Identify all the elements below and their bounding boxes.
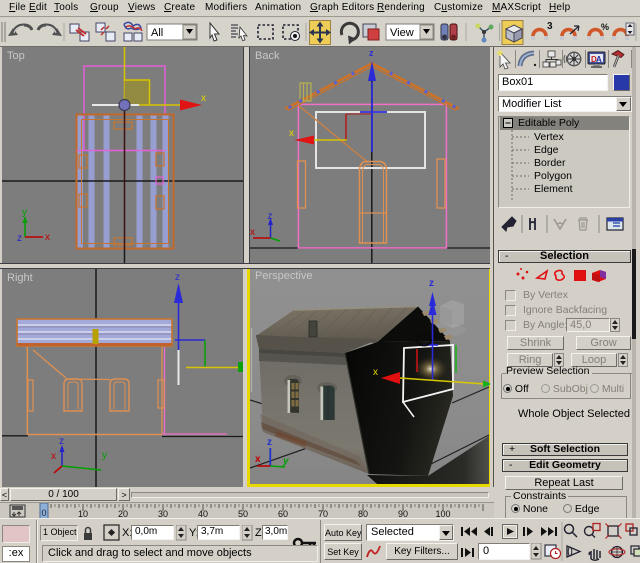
svg-text:z: z <box>429 278 434 289</box>
svg-text:x: x <box>289 128 294 139</box>
svg-text:y: y <box>22 207 27 218</box>
svg-text:Perspective: Perspective <box>255 270 312 282</box>
svg-text:x: x <box>255 454 261 465</box>
svg-text:y: y <box>282 456 289 467</box>
svg-text:x: x <box>201 93 206 104</box>
svg-text:y: y <box>102 450 107 461</box>
svg-text:z: z <box>369 48 374 58</box>
svg-text:View: View <box>390 27 414 39</box>
svg-text:0: 0 <box>41 508 46 518</box>
svg-text:x: x <box>250 227 255 238</box>
svg-text:x: x <box>51 451 56 462</box>
svg-text:z: z <box>268 211 273 222</box>
svg-text:z: z <box>267 437 272 448</box>
svg-text:z: z <box>17 233 22 244</box>
svg-text:x: x <box>45 232 50 243</box>
svg-text:A: A <box>596 55 602 64</box>
svg-text:All: All <box>151 27 163 39</box>
svg-text:z: z <box>59 436 64 447</box>
svg-text:z: z <box>175 272 180 283</box>
svg-text:%: % <box>601 22 609 32</box>
svg-text:3: 3 <box>547 21 553 32</box>
svg-text:x: x <box>373 367 378 378</box>
